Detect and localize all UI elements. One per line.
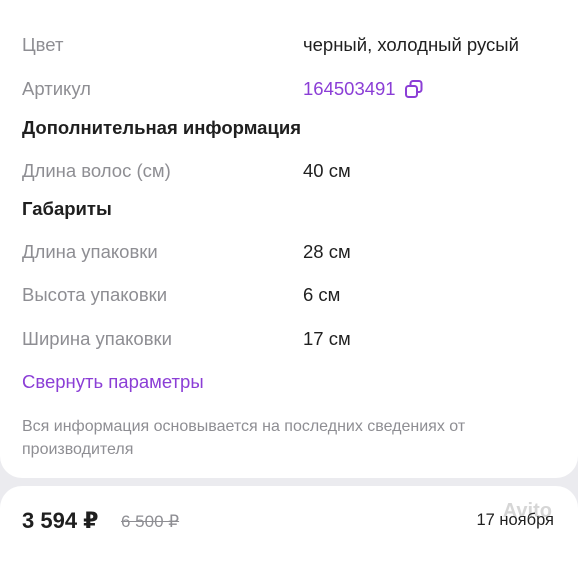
param-label: Длина упаковки	[22, 241, 158, 262]
param-label: Длина волос (см)	[22, 160, 171, 181]
collapse-params-link[interactable]: Свернуть параметры	[22, 371, 204, 393]
param-row-color: Цвет черный, холодный русый	[22, 34, 562, 62]
param-row-sku: Артикул 164503491	[22, 78, 562, 106]
param-row-pack-height: Высота упаковки 6 см	[22, 284, 562, 312]
disclaimer-text: Вся информация основывается на последних…	[22, 418, 466, 458]
copy-icon[interactable]	[404, 79, 424, 99]
sku-value: 164503491	[303, 78, 396, 99]
param-value: 28 см	[303, 241, 351, 262]
param-label: Высота упаковки	[22, 284, 168, 305]
param-row-hair-length: Длина волос (см) 40 см	[22, 160, 562, 188]
section-title-dimensions: Габариты	[22, 198, 112, 219]
param-value: 17 см	[303, 328, 351, 349]
param-label: Цвет	[22, 34, 64, 55]
param-row-pack-length: Длина упаковки 28 см	[22, 241, 562, 269]
product-details-card: Цвет черный, холодный русый Артикул 1645…	[0, 0, 578, 478]
param-label: Артикул	[22, 78, 91, 99]
param-row-pack-width: Ширина упаковки 17 см	[22, 328, 562, 356]
current-price: 3 594 ₽	[22, 508, 99, 533]
section-title-additional: Дополнительная информация	[22, 117, 302, 138]
param-value: 6 см	[303, 284, 341, 305]
sku-copy-link[interactable]: 164503491	[303, 78, 424, 100]
param-value: черный, холодный русый	[303, 34, 519, 55]
delivery-date: 17 ноября	[476, 511, 554, 529]
param-label: Ширина упаковки	[22, 328, 172, 349]
price-bar: 3 594 ₽ 6 500 ₽ Avito 17 ноября	[0, 486, 578, 566]
param-value: 40 см	[303, 160, 351, 181]
old-price: 6 500 ₽	[121, 512, 180, 531]
